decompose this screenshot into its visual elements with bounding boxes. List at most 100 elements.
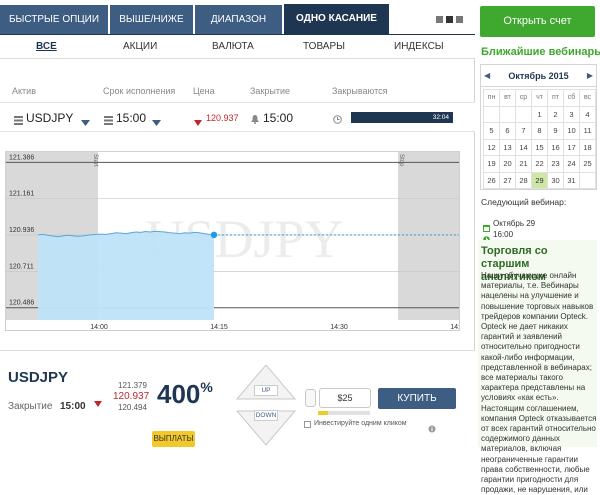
close-label: Закрытие <box>8 401 53 412</box>
tab-fast-options[interactable]: БЫСТРЫЕ ОПЦИИ <box>0 5 109 34</box>
calendar-day[interactable]: 31 <box>563 171 580 189</box>
tab-high-low[interactable]: ВЫШЕ/НИЖЕ <box>110 5 194 34</box>
calendar-day[interactable]: 21 <box>515 155 532 173</box>
up-down-selector: UP DOWN <box>235 361 297 454</box>
x-tick-label: 14:15 <box>210 324 228 330</box>
calendar-day[interactable]: 3 <box>563 105 580 123</box>
amount-slider-fill <box>318 411 328 415</box>
calendar-day[interactable]: 22 <box>531 155 548 173</box>
price-down-icon <box>94 394 102 412</box>
calendar-day-name: пн <box>483 89 500 107</box>
next-webinar-label: Следующий вебинар: <box>481 197 567 207</box>
calendar-day[interactable]: 24 <box>563 155 580 173</box>
subnav-currency[interactable]: ВАЛЮТА <box>212 41 254 52</box>
calendar-day[interactable]: 20 <box>499 155 516 173</box>
oneclick-checkbox[interactable] <box>304 421 311 428</box>
buy-button[interactable]: КУПИТЬ <box>378 388 456 409</box>
calendar-day-name: пт <box>547 89 564 107</box>
trading-panel: БЫСТРЫЕ ОПЦИИ ВЫШЕ/НИЖЕ ДИАПАЗОН ОДНО КА… <box>0 0 475 447</box>
calendar-day[interactable]: 2 <box>547 105 564 123</box>
calendar-day[interactable]: 23 <box>547 155 564 173</box>
info-icon[interactable] <box>428 420 436 438</box>
subnav-all[interactable]: ВСЕ <box>36 41 57 52</box>
calendar-day[interactable]: 8 <box>531 122 548 140</box>
col-price: Цена <box>193 86 215 96</box>
high-price: 121.379 <box>118 381 147 390</box>
calendar-day[interactable]: 27 <box>499 171 516 189</box>
calendar-day[interactable]: 26 <box>483 171 500 189</box>
calendar-day-name: чт <box>531 89 548 107</box>
webinar-date: Октябрь 29 <box>493 219 536 228</box>
chevron-down-icon[interactable] <box>152 115 161 129</box>
payouts-button[interactable]: ВЫПЛАТЫ <box>152 431 195 447</box>
x-tick-label: 14:30 <box>330 324 348 330</box>
price-chart-svg: USDJPY121.386121.161120.936120.711120.48… <box>6 152 459 330</box>
calendar-day[interactable]: 28 <box>515 171 532 189</box>
trade-close-time: 15:00 <box>60 401 86 412</box>
prev-month-icon[interactable]: ◀ <box>484 65 490 87</box>
calendar-day-name: ср <box>515 89 532 107</box>
calendar-day[interactable]: 16 <box>547 138 564 156</box>
close-time: 15:00 <box>263 111 294 125</box>
calendar-day-name: вт <box>499 89 516 107</box>
next-month-icon[interactable]: ▶ <box>587 65 593 87</box>
calendar-day[interactable]: 15 <box>531 138 548 156</box>
price-down-icon <box>194 115 202 129</box>
webinars-title: Ближайшие вебинары: <box>481 46 600 58</box>
amount-input[interactable]: $25 <box>319 388 371 408</box>
subnav-commodities[interactable]: ТОВАРЫ <box>303 41 345 52</box>
amount-down-button[interactable] <box>305 389 316 407</box>
current-price: 120.937 <box>206 113 239 123</box>
calendar-grid: пн вт ср чт пт сб вс 1 2 3 4 5 6 7 8 9 10 11 12 13 14 15 16 17 1… <box>483 89 596 189</box>
calendar-month: Октябрь 2015 <box>481 65 596 87</box>
trade-asset: USDJPY <box>8 369 69 386</box>
calendar-day[interactable]: 7 <box>515 122 532 140</box>
subnav-stocks[interactable]: АКЦИИ <box>123 41 157 52</box>
payout-value: 400 <box>157 379 201 409</box>
calendar-day[interactable]: 17 <box>563 138 580 156</box>
up-button[interactable]: UP <box>254 385 278 396</box>
calendar-day[interactable]: 30 <box>547 171 564 189</box>
view-toggle[interactable] <box>436 16 468 24</box>
down-button[interactable]: DOWN <box>254 410 278 421</box>
col-asset: Актив <box>12 86 36 96</box>
amount-slider-track[interactable] <box>318 411 370 415</box>
calendar-day[interactable]: 10 <box>563 122 580 140</box>
single-view-icon[interactable] <box>456 16 463 23</box>
asset-select[interactable]: USDJPY <box>26 111 73 125</box>
list-view-icon[interactable] <box>436 16 443 23</box>
subnav-indices[interactable]: ИНДЕКСЫ <box>394 41 444 52</box>
calendar-day[interactable]: 19 <box>483 155 500 173</box>
calendar-day[interactable]: 12 <box>483 138 500 156</box>
price-chart: USDJPY 121.386 121.161 120.936 120.711 120.48… <box>5 151 460 331</box>
grid-view-icon[interactable] <box>446 16 453 23</box>
payout-percent: 400% <box>157 379 213 410</box>
calendar-day[interactable]: 1 <box>531 105 548 123</box>
open-account-button[interactable]: Открыть счет <box>480 6 595 37</box>
y-tick-label: 120.486 <box>9 300 34 307</box>
stop-zone <box>398 152 459 320</box>
chevron-down-icon[interactable] <box>81 115 90 129</box>
calendar-day[interactable]: 25 <box>579 155 596 173</box>
calendar-empty <box>499 105 516 123</box>
calendar-day[interactable]: 4 <box>579 105 596 123</box>
calendar-day[interactable]: 6 <box>499 122 516 140</box>
asset-row[interactable]: USDJPY 15:00 120.937 15:00 32:04 <box>0 102 475 132</box>
calendar-day[interactable]: 18 <box>579 138 596 156</box>
calendar-day[interactable]: 5 <box>483 122 500 140</box>
expiry-select[interactable]: 15:00 <box>116 111 146 125</box>
current-point <box>210 231 218 239</box>
y-tick-label: 120.711 <box>9 263 34 270</box>
tab-one-touch[interactable]: ОДНО КАСАНИЕ <box>284 4 390 34</box>
calendar-day[interactable]: 14 <box>515 138 532 156</box>
col-closing: Закрываются <box>332 86 388 96</box>
stop-label: Stop <box>398 154 404 167</box>
calendar-empty <box>483 105 500 123</box>
calendar-day[interactable]: 9 <box>547 122 564 140</box>
tab-range[interactable]: ДИАПАЗОН <box>195 5 283 34</box>
calendar-day[interactable]: 13 <box>499 138 516 156</box>
calendar-day[interactable]: 11 <box>579 122 596 140</box>
calendar-day[interactable]: 29 <box>531 171 548 189</box>
webinar-calendar: Октябрь 2015 ◀ ▶ пн вт ср чт пт сб вс 1 2 3 4 5 6 7 8 9… <box>480 64 597 190</box>
start-label: Start <box>92 154 98 167</box>
